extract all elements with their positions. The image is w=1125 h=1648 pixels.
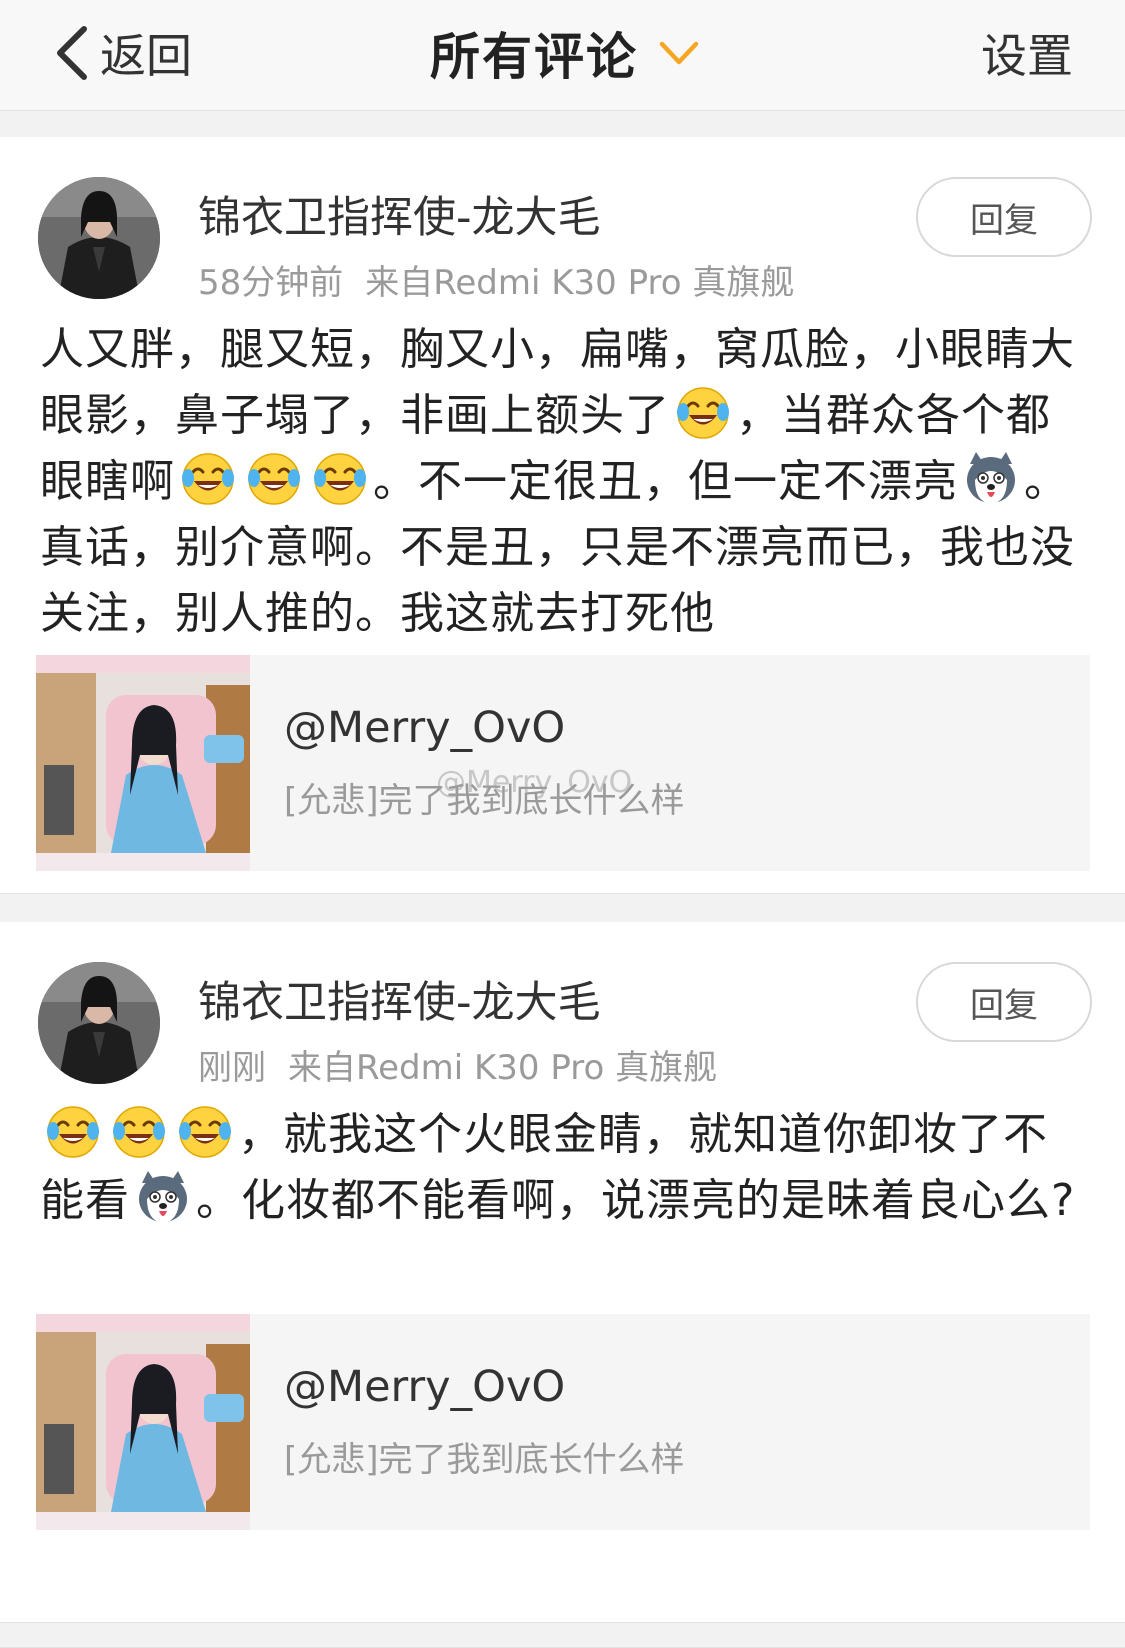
page-title: 所有评论 xyxy=(430,28,638,86)
quoted-post-user: @Merry_OvO xyxy=(284,1362,566,1412)
chevron-left-icon xyxy=(57,26,87,80)
comment-text-segment: 。化妆都不能看啊，说漂亮的是昧着良心么? xyxy=(196,1175,1076,1226)
comment-source: 来自Redmi K30 Pro 真旗舰 xyxy=(365,263,795,303)
comment-username[interactable]: 锦衣卫指挥使-龙大毛 xyxy=(198,183,601,245)
chevron-down-icon xyxy=(659,41,699,65)
comment-text: 人又胖，腿又短，胸又小，扁嘴，窝瓜脸，小眼睛大眼影，鼻子塌了，非画上额头了 ，当群… xyxy=(40,317,1080,647)
back-button[interactable]: 返回 xyxy=(50,18,192,88)
comment-time: 58分钟前 xyxy=(198,263,344,303)
laugh-cry-emoji-icon xyxy=(314,453,366,505)
comment-time: 刚刚 xyxy=(198,1048,266,1088)
laugh-cry-emoji-icon xyxy=(677,387,729,439)
comment-item: 锦衣卫指挥使-龙大毛 58分钟前 来自Redmi K30 Pro 真旗舰 回复 … xyxy=(0,137,1125,893)
husky-emoji-icon xyxy=(967,452,1015,504)
avatar[interactable] xyxy=(38,962,160,1084)
avatar[interactable] xyxy=(38,177,160,299)
section-divider xyxy=(0,893,1125,923)
comment-source: 来自Redmi K30 Pro 真旗舰 xyxy=(288,1048,718,1088)
husky-emoji-icon xyxy=(139,1171,187,1223)
quoted-post-thumbnail xyxy=(36,655,250,871)
comment-filter-dropdown[interactable]: 所有评论 xyxy=(430,18,700,88)
quoted-post-thumbnail xyxy=(36,1314,250,1530)
comment-username[interactable]: 锦衣卫指挥使-龙大毛 xyxy=(198,968,601,1030)
top-nav-bar: 返回 所有评论 设置 xyxy=(0,0,1125,111)
comment-meta: 58分钟前 来自Redmi K30 Pro 真旗舰 xyxy=(198,255,794,304)
quoted-post-card[interactable]: @Merry_OvO [允悲]完了我到底长什么样 @Merry_OvO xyxy=(36,655,1090,871)
laugh-cry-emoji-icon xyxy=(179,1106,231,1158)
quoted-post-user: @Merry_OvO xyxy=(284,703,566,753)
laugh-cry-emoji-icon xyxy=(113,1106,165,1158)
section-divider xyxy=(0,110,1125,138)
section-divider xyxy=(0,1622,1125,1648)
laugh-cry-emoji-icon xyxy=(47,1106,99,1158)
comment-text-segment: 。不一定很丑，但一定不漂亮 xyxy=(373,456,958,507)
reply-button[interactable]: 回复 xyxy=(916,962,1092,1042)
comment-meta: 刚刚 来自Redmi K30 Pro 真旗舰 xyxy=(198,1040,717,1089)
quoted-post-text: [允悲]完了我到底长什么样 xyxy=(284,1440,685,1480)
reply-button[interactable]: 回复 xyxy=(916,177,1092,257)
quoted-post-card[interactable]: @Merry_OvO [允悲]完了我到底长什么样 xyxy=(36,1314,1090,1530)
laugh-cry-emoji-icon xyxy=(182,453,234,505)
watermark: @Merry_OvO xyxy=(436,765,633,800)
comment-item: 锦衣卫指挥使-龙大毛 刚刚 来自Redmi K30 Pro 真旗舰 回复 ，就我… xyxy=(0,922,1125,1622)
settings-button[interactable]: 设置 xyxy=(981,18,1073,88)
comment-text: ，就我这个火眼金睛，就知道你卸妆了不能看 。化妆都不能看啊，说漂亮的是昧着良心么? xyxy=(40,1102,1080,1234)
laugh-cry-emoji-icon xyxy=(248,453,300,505)
back-label: 返回 xyxy=(100,29,192,83)
